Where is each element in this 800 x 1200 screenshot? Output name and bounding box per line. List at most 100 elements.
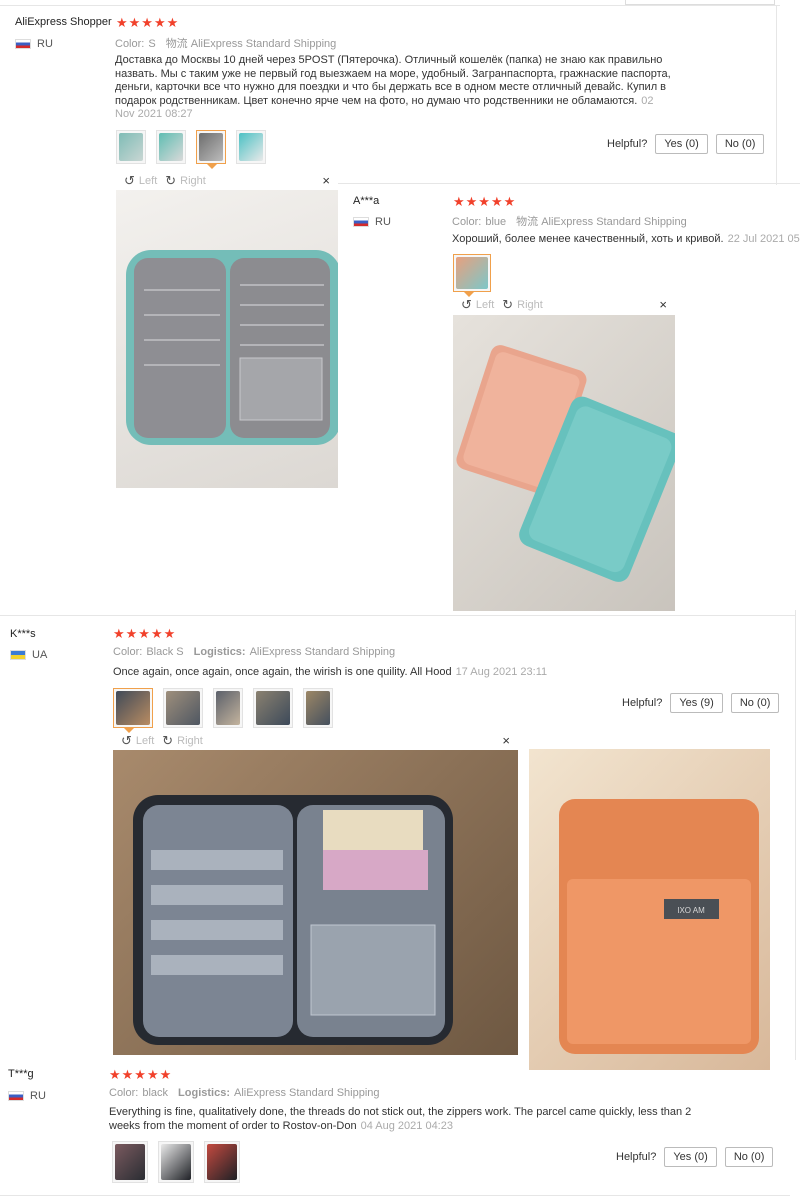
review-divider (338, 183, 800, 184)
thumbnail[interactable] (213, 688, 243, 728)
thumbnail[interactable] (204, 1141, 240, 1183)
helpful-no-button[interactable]: No (0) (715, 134, 765, 154)
rotate-left-icon: ↺ (121, 733, 132, 748)
thumbnail[interactable] (253, 688, 293, 728)
review-photo (113, 750, 518, 1055)
close-icon[interactable]: × (502, 733, 510, 748)
thumbnail[interactable] (163, 688, 203, 728)
thumbnail[interactable] (158, 1141, 194, 1183)
russia-flag-icon (8, 1091, 24, 1101)
helpful-label: Helpful? (607, 138, 648, 150)
shipping-value: AliExpress Standard Shipping (249, 646, 396, 658)
russia-flag-icon (15, 39, 31, 49)
logistics-label: Logistics: (178, 1087, 230, 1099)
country-code: RU (30, 1090, 46, 1102)
right-edge-line (795, 610, 796, 1060)
open-wallet-image (126, 250, 338, 445)
shipping-value: AliExpress Standard Shipping (541, 216, 687, 228)
color-label: Color: (109, 1087, 139, 1099)
review-divider (0, 1195, 790, 1196)
review-photo (453, 315, 675, 611)
reviewer-name: A***a (353, 195, 380, 207)
reviewer-country: RU (353, 216, 391, 228)
color-label: Color: (115, 38, 145, 50)
orange-wallet-image: IXO AM (559, 799, 759, 1054)
country-code: RU (375, 216, 391, 228)
reviewer-country: RU (8, 1090, 46, 1102)
photo-thumbnails (453, 254, 491, 297)
helpful-yes-button[interactable]: Yes (9) (670, 693, 723, 713)
review-divider (0, 615, 795, 616)
color-value: black (142, 1087, 169, 1099)
review-photo (116, 190, 338, 488)
color-value: blue (485, 216, 507, 228)
wallet-label-text: IXO AM (677, 906, 705, 915)
logistics-label: Logistics: (193, 646, 246, 658)
review-meta: Color: blue 物流 AliExpress Standard Shippin… (452, 213, 687, 229)
helpful-no-button[interactable]: No (0) (730, 693, 780, 713)
rating-stars: ★★★★★ (109, 1067, 173, 1082)
photo-viewer-toolbar: ↺ Left ↻ Right × (453, 297, 675, 313)
review-text: Хороший, более менее качественный, хоть … (452, 233, 800, 247)
shipping-value: AliExpress Standard Shipping (190, 38, 337, 50)
rotate-right-button[interactable]: ↻ Right (165, 173, 206, 189)
two-wallets-image (456, 345, 675, 582)
thumbnail-selected[interactable] (453, 254, 491, 297)
rotate-left-button[interactable]: ↺ Left (124, 173, 157, 189)
shipping-prefix: 物流 (165, 38, 188, 50)
review-photo: IXO AM (529, 749, 770, 1070)
thumbnail[interactable] (112, 1141, 148, 1183)
top-divider (0, 5, 780, 6)
ukraine-flag-icon (10, 650, 26, 660)
shipping-value: AliExpress Standard Shipping (233, 1087, 380, 1099)
rotate-right-button[interactable]: ↻ Right (162, 733, 203, 749)
helpful-yes-button[interactable]: Yes (0) (664, 1147, 717, 1167)
color-label: Color: (113, 646, 143, 658)
top-control-edge (625, 0, 775, 5)
review-date: 22 Jul 2021 05:5 (727, 233, 800, 245)
photo-viewer-toolbar: ↺ Left ↻ Right × (113, 733, 518, 749)
helpful-voting: Helpful? Yes (0) No (0) (607, 134, 765, 154)
rotate-left-icon: ↺ (124, 173, 135, 188)
photo-thumbnails (113, 688, 333, 733)
rotate-right-icon: ↻ (502, 297, 514, 312)
helpful-no-button[interactable]: No (0) (724, 1147, 774, 1167)
reviewer-country: UA (10, 649, 47, 661)
thumbnail[interactable] (303, 688, 333, 728)
rotate-right-icon: ↻ (165, 173, 177, 188)
rating-stars: ★★★★★ (116, 15, 180, 30)
open-black-wallet-image (133, 795, 453, 1045)
reviewer-name: AliExpress Shopper (15, 16, 112, 28)
review-body: Once again, once again, once again, the … (113, 666, 452, 678)
russia-flag-icon (353, 217, 369, 227)
reviewer-name: T***g (8, 1068, 34, 1080)
thumbnail[interactable] (236, 130, 266, 164)
thumbnail-selected[interactable] (113, 688, 153, 733)
color-label: Color: (452, 216, 482, 228)
helpful-voting: Helpful? Yes (9) No (0) (622, 693, 780, 713)
close-icon[interactable]: × (659, 297, 667, 312)
thumbnail[interactable] (156, 130, 186, 164)
rotate-left-icon: ↺ (461, 297, 472, 312)
thumbnail[interactable] (116, 130, 146, 164)
review-date: 17 Aug 2021 23:11 (455, 666, 548, 678)
helpful-label: Helpful? (622, 697, 663, 709)
helpful-label: Helpful? (616, 1151, 657, 1163)
photo-thumbnails (112, 1141, 240, 1183)
shipping-prefix: 物流 (516, 216, 539, 228)
review-meta: Color: S 物流 AliExpress Standard Shipping (115, 35, 336, 51)
rotate-right-button[interactable]: ↻ Right (502, 297, 543, 313)
helpful-yes-button[interactable]: Yes (0) (655, 134, 708, 154)
rotate-left-button[interactable]: ↺ Left (121, 733, 154, 749)
review-text: Once again, once again, once again, the … (113, 666, 713, 680)
reviewer-country: RU (15, 38, 53, 50)
thumbnail-selected[interactable] (196, 130, 226, 169)
review-date: 04 Aug 2021 04:23 (360, 1119, 453, 1132)
review-meta: Color: Black S Logistics: AliExpress Standa… (113, 646, 395, 658)
close-icon[interactable]: × (322, 173, 330, 188)
reviewer-name: K***s (10, 628, 36, 640)
review-text: Everything is fine, qualitatively done, … (109, 1106, 694, 1133)
rotate-right-icon: ↻ (162, 733, 174, 748)
helpful-voting: Helpful? Yes (0) No (0) (616, 1147, 774, 1167)
rotate-left-button[interactable]: ↺ Left (461, 297, 494, 313)
